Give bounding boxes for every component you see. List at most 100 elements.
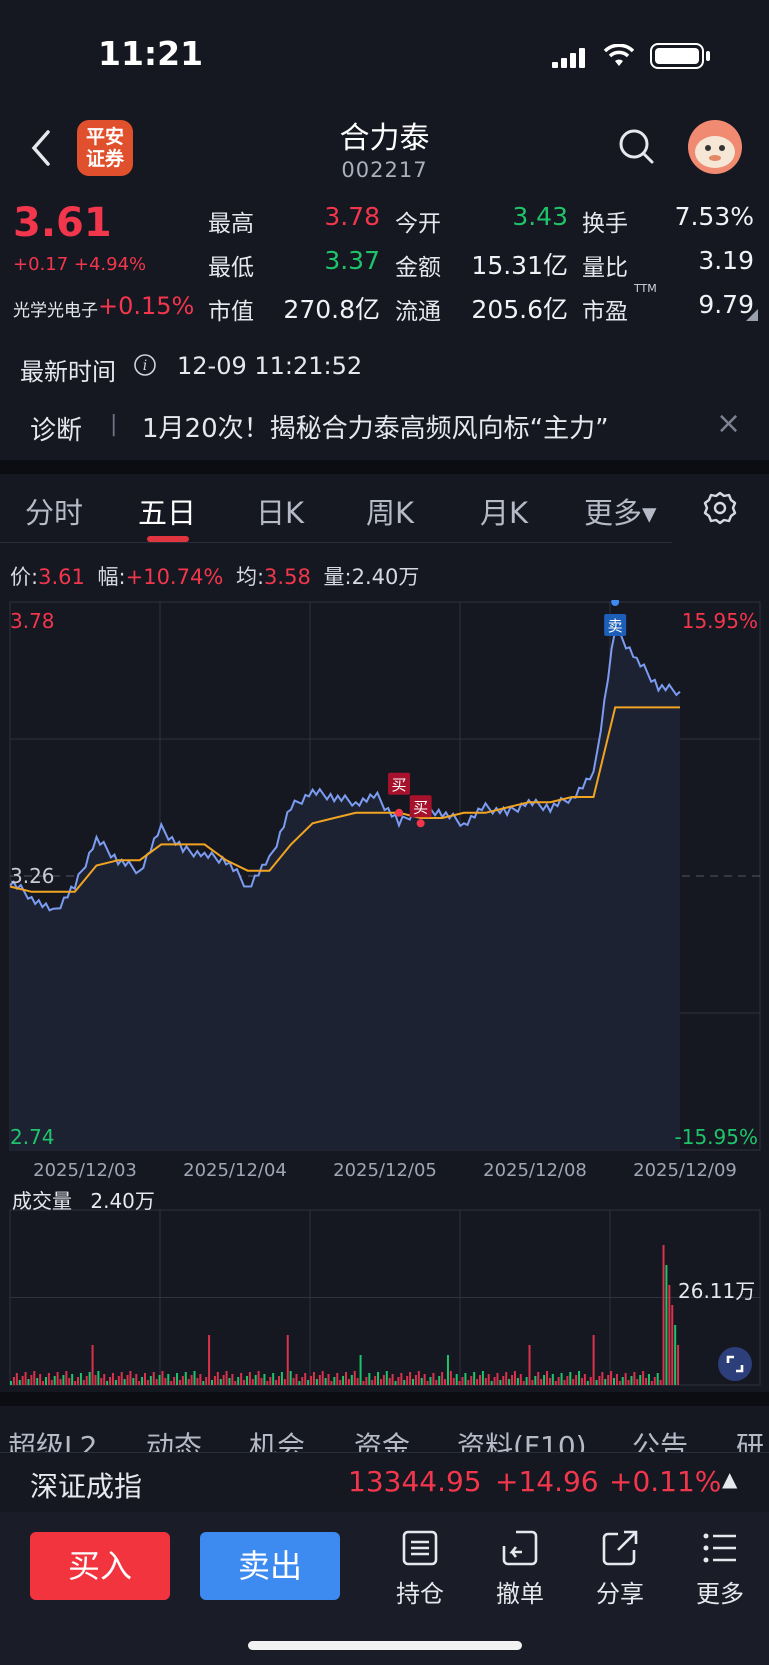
gear-icon[interactable]: [703, 491, 737, 525]
volume-bar: [62, 1375, 65, 1385]
more-icon: [703, 1533, 736, 1563]
diagnosis-separator: |: [110, 412, 118, 437]
sell-button[interactable]: 卖出: [200, 1532, 340, 1600]
tab-monthly-k[interactable]: 月K: [480, 490, 528, 532]
volume-bar: [173, 1377, 176, 1385]
float-cap-value: 205.6亿: [471, 295, 568, 324]
volume-bar: [158, 1375, 161, 1385]
volume-ratio-label: 量比: [582, 255, 628, 281]
volume-bar: [65, 1371, 68, 1385]
volume-bar: [438, 1376, 441, 1385]
nav-cancel-order-label: 撤单: [496, 1580, 544, 1608]
volume-bar: [21, 1376, 24, 1385]
info-price: 3.61: [38, 565, 85, 589]
share-icon: [602, 1530, 638, 1566]
volume-bar: [132, 1378, 135, 1385]
volume-bar: [353, 1371, 356, 1385]
volume-bar: [278, 1376, 280, 1385]
sector-name[interactable]: 光学光电子: [13, 296, 98, 321]
info-icon[interactable]: i: [133, 353, 157, 377]
volume-bar: [543, 1375, 546, 1385]
amount-label: 金额: [395, 255, 441, 281]
volume-bar: [356, 1378, 359, 1385]
diagnosis-text[interactable]: 1月20次！揭秘合力泰高频风向标“主力”: [142, 408, 609, 445]
volume-bar: [260, 1378, 263, 1385]
volume-bar: [91, 1345, 94, 1385]
nav-share[interactable]: 分享: [585, 1528, 655, 1609]
wifi-icon: [604, 44, 634, 66]
search-icon[interactable]: [618, 128, 656, 166]
five-day-chart[interactable]: 买买 卖 3.78 3.26 2.74 15.95% -15.95% 2025/12/03 2…: [0, 600, 769, 1390]
expand-icon[interactable]: [718, 1347, 752, 1381]
volume-bar: [240, 1373, 243, 1385]
volume-bar: [141, 1377, 144, 1385]
avatar[interactable]: [688, 120, 742, 174]
volume-bar: [604, 1379, 607, 1385]
nav-cancel-order[interactable]: 撤单: [485, 1528, 555, 1609]
volume-bar: [222, 1375, 225, 1385]
volume-bar: [126, 1375, 129, 1385]
volume-bar: [295, 1374, 298, 1385]
volume-bar: [161, 1371, 164, 1385]
volume-bar: [53, 1376, 56, 1385]
volume-bar: [170, 1381, 173, 1385]
volume-bar: [458, 1381, 461, 1385]
volume-bar: [496, 1373, 499, 1385]
volume-bar: [33, 1371, 36, 1385]
nav-more[interactable]: 更多: [685, 1528, 755, 1609]
volume-bar: [10, 1381, 12, 1385]
volume-bar: [429, 1377, 432, 1385]
volume-bar: [583, 1374, 586, 1385]
volume-bar: [56, 1372, 59, 1385]
tab-weekly-k[interactable]: 周K: [366, 490, 414, 532]
volume-bar: [12, 1377, 15, 1385]
volume-bar: [24, 1372, 27, 1385]
volume-bar: [493, 1377, 496, 1385]
volume-bar: [184, 1372, 187, 1385]
volume-bar: [601, 1372, 604, 1385]
volume-bar: [420, 1378, 423, 1385]
volume-bar: [106, 1381, 109, 1385]
index-percent: +0.11%: [609, 1465, 722, 1498]
volume-bar: [345, 1372, 347, 1385]
volume-bar: [621, 1377, 624, 1385]
volume-bar: [149, 1376, 152, 1385]
volume-bar: [123, 1379, 126, 1385]
volume-bar: [237, 1377, 240, 1385]
diagnosis-label[interactable]: 诊断: [30, 410, 82, 447]
volume-bar: [580, 1378, 583, 1385]
index-name: 深证成指: [30, 1470, 143, 1503]
chart-info-line: 价:3.61 幅:+10.74% 均:3.58 量:2.40万: [10, 561, 419, 591]
volume-bar: [659, 1380, 662, 1385]
volume-bar: [525, 1377, 528, 1385]
volume-bar: [502, 1376, 505, 1385]
volume-bar: [275, 1380, 278, 1385]
volume-bar: [563, 1380, 566, 1385]
nav-position[interactable]: 持仓: [385, 1528, 455, 1609]
open-value: 3.43: [512, 202, 568, 231]
volume-bar: [551, 1374, 554, 1385]
section-divider: [0, 460, 769, 474]
volume-bar: [548, 1378, 551, 1385]
volume-bar: [423, 1374, 426, 1385]
close-icon[interactable]: ×: [716, 406, 741, 441]
tab-five-day[interactable]: 五日: [138, 490, 196, 532]
volume-bar: [318, 1375, 321, 1385]
volume-bar: [272, 1373, 275, 1385]
volume-bar: [452, 1378, 455, 1385]
volume-bar: [647, 1374, 650, 1385]
tab-daily-k[interactable]: 日K: [256, 490, 304, 532]
volume-value: 2.40万: [90, 1189, 155, 1213]
volume-bar: [479, 1375, 481, 1385]
open-label: 今开: [395, 211, 441, 237]
volume-bar: [607, 1375, 610, 1385]
buy-button[interactable]: 买入: [30, 1532, 170, 1600]
volume-bar: [59, 1379, 62, 1385]
volume-bar: [146, 1380, 149, 1385]
volume-bar: [342, 1376, 345, 1385]
volume-bar: [176, 1373, 179, 1385]
tab-more[interactable]: 更多▾: [584, 490, 657, 532]
expand-up-icon[interactable]: ▲: [722, 1467, 737, 1491]
tab-intraday[interactable]: 分时: [25, 490, 83, 532]
volume-bar: [359, 1355, 362, 1385]
